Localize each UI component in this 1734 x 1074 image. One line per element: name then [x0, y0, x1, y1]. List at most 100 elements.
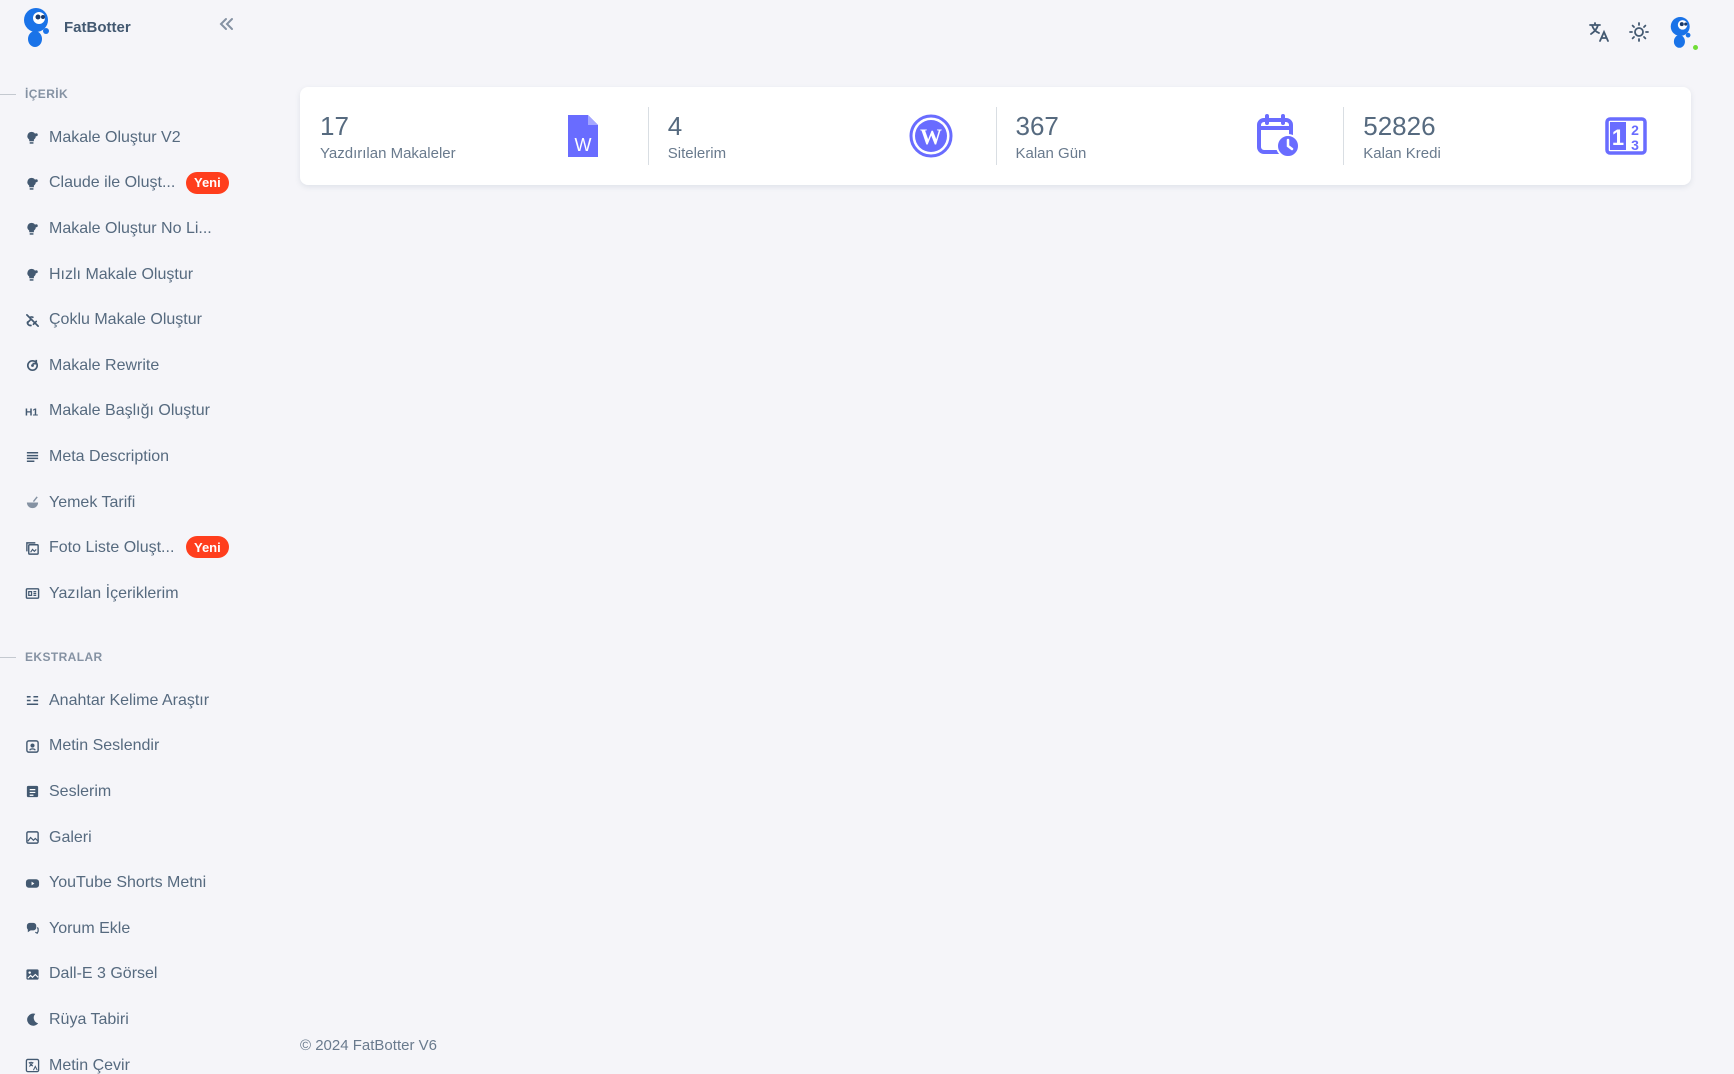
sidebar-item-hizli-makale-olustur[interactable]: Hızlı Makale Oluştur: [0, 252, 245, 298]
stat-label: Kalan Gün: [1015, 144, 1087, 162]
sidebar: FatBotter İÇERİK Makale Oluştur V2 Claude…: [0, 0, 245, 1074]
collapse-sidebar-button[interactable]: [214, 12, 238, 36]
stat-label: Kalan Kredi: [1363, 144, 1441, 162]
sidebar-item-makale-olustur-no-li[interactable]: Makale Oluştur No Li...: [0, 206, 245, 252]
calendar-clock-icon: [1257, 114, 1301, 158]
navbar-actions: [1586, 10, 1700, 54]
svg-text:W: W: [920, 124, 942, 149]
online-status-dot: [1691, 43, 1700, 52]
svg-text:H1: H1: [25, 407, 38, 418]
sidebar-item-yemek-tarifi[interactable]: Yemek Tarifi: [0, 480, 245, 526]
bulb-icon: [24, 175, 40, 191]
photos-icon: [24, 540, 40, 556]
sidebar-item-label: Yazılan İçeriklerim: [49, 584, 179, 602]
chevrons-left-icon: [219, 18, 233, 30]
svg-text:W: W: [574, 135, 591, 155]
sidebar-item-label: Meta Description: [49, 447, 170, 465]
sidebar-item-label: Foto Liste Oluşt...: [49, 539, 175, 557]
user-avatar[interactable]: [1666, 14, 1700, 52]
language-button[interactable]: [1586, 19, 1612, 45]
sidebar-item-label: Rüya Tabiri: [49, 1010, 129, 1028]
sidebar-item-makale-basligi-olustur[interactable]: H1 Makale Başlığı Oluştur: [0, 389, 245, 435]
stat-sites: 4 Sitelerim W: [647, 87, 996, 185]
bulb-icon: [24, 130, 40, 146]
sidebar-item-label: Claude ile Oluşt...: [49, 174, 176, 192]
sidebar-item-makale-olustur-v2[interactable]: Makale Oluştur V2: [0, 115, 245, 161]
voice-list-icon: [24, 784, 40, 800]
svg-text:3: 3: [1631, 137, 1639, 153]
image-icon: [24, 966, 40, 982]
sidebar-item-label: Metin Seslendir: [49, 737, 160, 755]
stat-days: 367 Kalan Gün: [995, 87, 1344, 185]
sidebar-item-youtube-shorts-metni[interactable]: YouTube Shorts Metni: [0, 860, 245, 906]
stat-credits: 52826 Kalan Kredi 1 2 3: [1343, 87, 1691, 185]
stat-value: 4: [667, 110, 683, 141]
extras-menu: Anahtar Kelime Araştır Metin Seslendir Ses…: [0, 678, 245, 1074]
sidebar-item-label: Galeri: [49, 828, 92, 846]
numbers-icon: 1 2 3: [1605, 117, 1647, 155]
sidebar-item-label: Makale Başlığı Oluştur: [49, 402, 210, 420]
footer-copyright: © 2024 FatBotter V6: [300, 1037, 437, 1054]
voice-icon: [24, 738, 40, 754]
wordpress-icon: W: [909, 114, 952, 158]
sidebar-item-makale-rewrite[interactable]: Makale Rewrite: [0, 343, 245, 389]
sidebar-item-label: Makale Oluştur No Li...: [49, 219, 212, 237]
brand-name: FatBotter: [64, 18, 131, 36]
sidebar-item-label: Metin Çevir: [49, 1056, 130, 1074]
sidebar-item-label: Makale Oluştur V2: [49, 128, 181, 146]
sun-icon: [1629, 22, 1649, 42]
svg-text:2: 2: [1631, 122, 1639, 138]
sidebar-item-label: Seslerim: [49, 782, 112, 800]
bulb-icon: [24, 221, 40, 237]
sidebar-item-label: Dall-E 3 Görsel: [49, 965, 158, 983]
moon-icon: [24, 1012, 40, 1028]
sidebar-item-metin-seslendir[interactable]: Metin Seslendir: [0, 724, 245, 770]
svg-text:1: 1: [1612, 125, 1624, 150]
sidebar-item-coklu-makale-olustur[interactable]: Çoklu Makale Oluştur: [0, 297, 245, 343]
sidebar-item-meta-description[interactable]: Meta Description: [0, 434, 245, 480]
theme-toggle-button[interactable]: [1626, 19, 1652, 45]
sidebar-item-dall-e-3-gorsel[interactable]: Dall-E 3 Görsel: [0, 952, 245, 998]
robot-logo-icon: [24, 8, 49, 47]
stat-label: Yazdırılan Makaleler: [320, 144, 456, 162]
sidebar-item-label: Yorum Ekle: [49, 919, 131, 937]
stats-card: 17 Yazdırılan Makaleler W 4 Sitelerim W …: [300, 87, 1691, 185]
new-badge: Yeni: [186, 171, 229, 194]
stat-value: 17: [320, 110, 349, 141]
sidebar-item-yorum-ekle[interactable]: Yorum Ekle: [0, 906, 245, 952]
content-menu: Makale Oluştur V2 Claude ile Oluşt... Yeni…: [0, 115, 245, 617]
sidebar-item-claude-ile-olust[interactable]: Claude ile Oluşt... Yeni: [0, 161, 245, 207]
stat-label: Sitelerim: [667, 144, 727, 162]
news-icon: [24, 586, 40, 602]
stat-value: 52826: [1363, 110, 1436, 141]
gallery-icon: [24, 830, 40, 846]
sidebar-item-metin-cevir[interactable]: Metin Çevir: [0, 1043, 245, 1074]
sidebar-item-label: Anahtar Kelime Araştır: [49, 691, 210, 709]
sidebar-item-label: YouTube Shorts Metni: [49, 874, 207, 892]
translate-icon: [24, 1058, 40, 1074]
section-header-content: İÇERİK: [0, 86, 68, 102]
word-doc-icon: W: [567, 115, 598, 157]
sidebar-item-label: Çoklu Makale Oluştur: [49, 311, 202, 329]
sidebar-item-yazilan-iceriklerim[interactable]: Yazılan İçeriklerim: [0, 571, 245, 617]
sidebar-item-galeri[interactable]: Galeri: [0, 815, 245, 861]
lines-icon: [24, 449, 40, 465]
sidebar-item-seslerim[interactable]: Seslerim: [0, 769, 245, 815]
bulb-icon: [24, 267, 40, 283]
sidebar-item-foto-liste-olust[interactable]: Foto Liste Oluşt... Yeni: [0, 525, 245, 571]
sidebar-item-label: Yemek Tarifi: [49, 493, 136, 511]
comments-icon: [24, 921, 40, 937]
sidebar-item-anahtar-kelime-arastir[interactable]: Anahtar Kelime Araştır: [0, 678, 245, 724]
list-search-icon: [24, 693, 40, 709]
youtube-icon: [24, 875, 40, 891]
sidebar-item-ruya-tabiri[interactable]: Rüya Tabiri: [0, 997, 245, 1043]
h1-icon: H1: [24, 403, 40, 419]
brand[interactable]: FatBotter: [18, 6, 238, 48]
sidebar-item-label: Makale Rewrite: [49, 356, 160, 374]
stat-value: 367: [1015, 110, 1059, 141]
rotate-icon: [24, 358, 40, 374]
section-header-extras: EKSTRALAR: [0, 649, 103, 665]
sidebar-item-label: Hızlı Makale Oluştur: [49, 265, 194, 283]
new-badge: Yeni: [186, 536, 229, 559]
translate-icon: [1589, 22, 1609, 42]
